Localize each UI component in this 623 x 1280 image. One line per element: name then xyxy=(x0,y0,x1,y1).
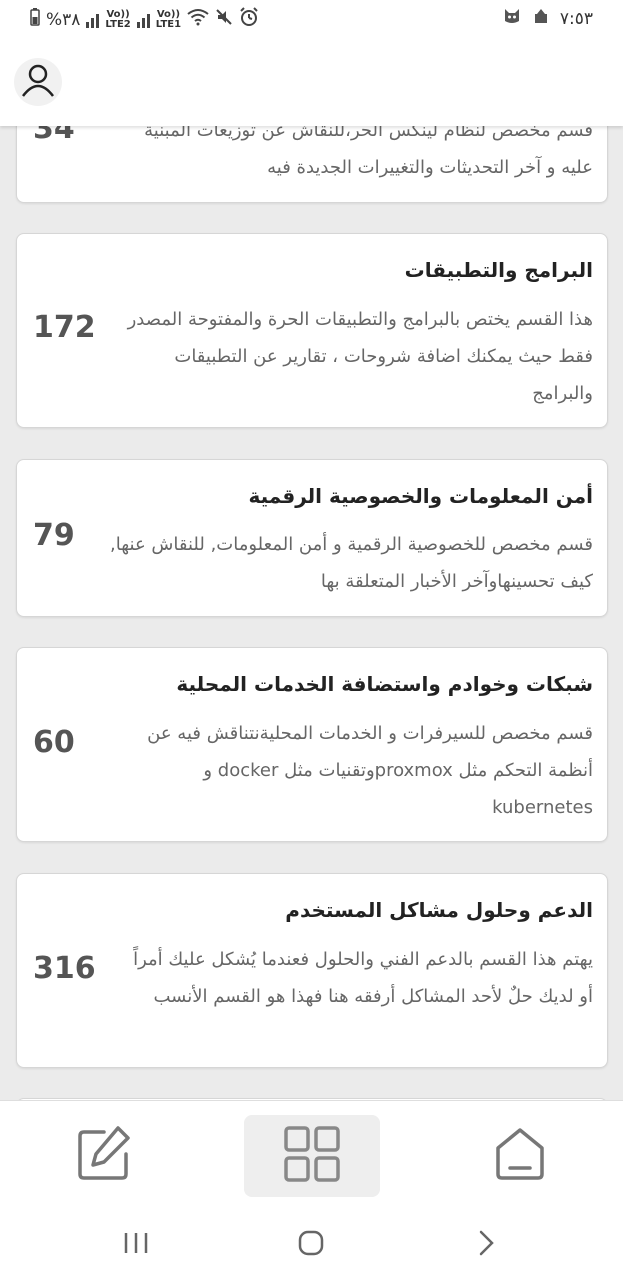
status-bar: %٣٨ Vo)) LTE2 Vo)) LTE1 ٧:٥٣ xyxy=(0,0,623,36)
category-title: شبكات وخوادم واستضافة الخدمات المحلية xyxy=(176,672,593,696)
battery-icon xyxy=(30,8,40,31)
user-icon xyxy=(18,60,58,104)
category-count: 316 xyxy=(33,951,96,986)
clock: ٧:٥٣ xyxy=(559,8,593,29)
category-list: 34 قسم مخصص لنظام لينكس الحر،للنقاش عن ت… xyxy=(0,0,623,1280)
category-title: الدعم وحلول مشاكل المستخدم xyxy=(285,898,593,922)
signal-icon-2 xyxy=(136,12,150,28)
category-card[interactable]: شبكات وخوادم واستضافة الخدمات المحلية قس… xyxy=(16,647,608,842)
wifi-icon xyxy=(187,8,209,31)
chevron-right-icon xyxy=(476,1230,496,1260)
category-card[interactable]: البرامج والتطبيقات هذا القسم يختص بالبرا… xyxy=(16,233,608,428)
profile-button[interactable] xyxy=(14,58,62,106)
alarm-icon xyxy=(239,7,259,32)
notification-icon xyxy=(532,7,550,30)
home-circle-icon xyxy=(298,1230,324,1260)
recent-apps-button[interactable] xyxy=(116,1228,156,1262)
category-count: 79 xyxy=(33,518,75,553)
app-header xyxy=(0,36,623,126)
battery-percent: %٣٨ xyxy=(46,9,81,30)
category-title: أمن المعلومات والخصوصية الرقمية xyxy=(248,484,593,508)
home-button[interactable] xyxy=(452,1115,588,1197)
bottom-navigation xyxy=(0,1100,623,1211)
edit-icon xyxy=(74,1124,134,1188)
app-notification-icon xyxy=(502,7,522,30)
categories-tab[interactable] xyxy=(244,1115,380,1197)
category-description: قسم مخصص للخصوصية الرقمية و أمن المعلوما… xyxy=(110,534,593,592)
category-count: 172 xyxy=(33,310,96,345)
home-system-button[interactable] xyxy=(291,1228,331,1262)
sim1-label: Vo)) LTE2 xyxy=(105,8,131,30)
category-description: هذا القسم يختص بالبرامج والتطبيقات الحرة… xyxy=(127,309,593,404)
category-card[interactable]: الدعم وحلول مشاكل المستخدم يهتم هذا القس… xyxy=(16,873,608,1068)
recent-apps-icon xyxy=(123,1231,149,1259)
mute-icon xyxy=(215,8,233,31)
category-description: يهتم هذا القسم بالدعم الفني والحلول فعند… xyxy=(133,949,593,1007)
home-icon xyxy=(494,1126,546,1186)
category-count: 60 xyxy=(33,725,75,760)
system-navigation xyxy=(0,1210,623,1280)
back-button[interactable] xyxy=(466,1228,506,1262)
category-title: البرامج والتطبيقات xyxy=(404,258,593,282)
category-description: قسم مخصص للسيرفرات و الخدمات المحليةنتنا… xyxy=(147,723,593,818)
sim2-label: Vo)) LTE1 xyxy=(155,8,182,30)
signal-icon-1 xyxy=(86,12,100,28)
grid-icon xyxy=(283,1125,341,1187)
compose-button[interactable] xyxy=(36,1115,172,1197)
status-right: ٧:٥٣ xyxy=(502,7,593,30)
category-card[interactable]: أمن المعلومات والخصوصية الرقمية قسم مخصص… xyxy=(16,459,608,617)
status-left: %٣٨ Vo)) LTE2 Vo)) LTE1 xyxy=(30,7,259,32)
